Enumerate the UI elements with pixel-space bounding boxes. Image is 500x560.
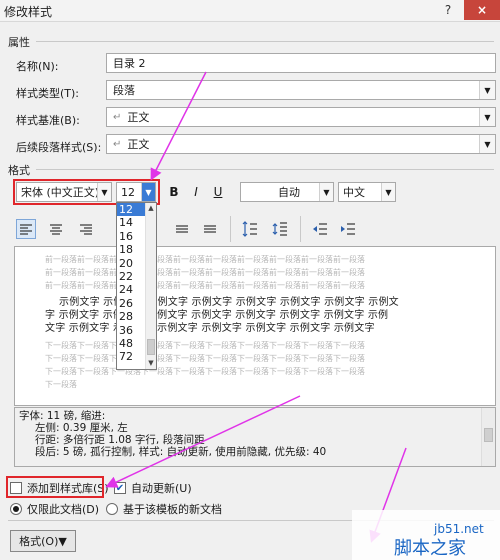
justify-icon	[176, 225, 188, 233]
radio-selected-icon[interactable]	[10, 503, 22, 515]
template-documents-label: 基于该模板的新文档	[123, 503, 222, 516]
decrease-indent-icon	[313, 223, 327, 235]
name-label: 名称(N):	[16, 60, 59, 73]
paragraph-spacing-button[interactable]	[270, 219, 290, 239]
paragraph-mark-icon: ↵	[113, 138, 122, 150]
description-scrollbar[interactable]	[481, 408, 495, 466]
language-select[interactable]: 中文 ▼	[338, 182, 396, 202]
language-value: 中文	[343, 186, 365, 199]
preview-before-line: 前一段落前一段落前一段落前一段落前一段落前一段落前一段落前一段落前一段落前一段落	[45, 255, 365, 264]
next-style-label: 后续段落样式(S):	[16, 141, 102, 154]
next-style-value: 正文	[127, 138, 150, 151]
distributed-icon	[204, 225, 216, 233]
size-list-scrollbar[interactable]: ▲ ▼	[145, 203, 156, 369]
chevron-down-icon[interactable]: ▼	[479, 108, 495, 126]
chevron-down-icon[interactable]: ▼	[479, 81, 495, 99]
align-left-icon	[20, 224, 32, 235]
style-type-select[interactable]: 段落 ▼	[106, 80, 496, 100]
style-based-select[interactable]: ↵ 正文 ▼	[106, 107, 496, 127]
chevron-down-icon[interactable]: ▼	[479, 135, 495, 153]
style-based-label: 样式基准(B):	[16, 114, 80, 127]
line-spacing-button[interactable]	[240, 219, 260, 239]
align-center-button[interactable]	[46, 219, 66, 239]
decrease-indent-button[interactable]	[310, 219, 330, 239]
preview-after-line: 下一段落下一段落下一段落下一段落下一段落下一段落下一段落下一段落下一段落下一段落	[45, 341, 365, 350]
preview-sample-line: 示例文字 示例文字 示例文字 示例文字 示例文字 示例文字 示例文字 示例文	[59, 297, 399, 308]
highlight-box	[6, 476, 104, 498]
style-type-label: 样式类型(T):	[16, 87, 80, 100]
checkmark-icon[interactable]: ✔	[114, 482, 126, 494]
style-preview: 前一段落前一段落前一段落前一段落前一段落前一段落前一段落前一段落前一段落前一段落…	[14, 246, 496, 406]
properties-section-label: 属性	[8, 36, 30, 49]
line-spacing-icon	[242, 221, 257, 237]
paragraph-mark-icon: ↵	[113, 111, 122, 123]
align-left-button[interactable]	[16, 219, 36, 239]
paragraph-spacing-icon	[272, 222, 287, 236]
style-type-value: 段落	[113, 84, 135, 97]
preview-sample-line: 字 示例文字 示例文字 示例文字 示例文字 示例文字 示例文字 示例文字 示例	[45, 310, 389, 321]
name-field[interactable]: 目录 2	[106, 53, 496, 73]
radio-unselected-icon[interactable]	[106, 503, 118, 515]
align-center-icon	[50, 224, 62, 235]
properties-divider	[36, 41, 494, 42]
increase-indent-icon	[341, 223, 355, 235]
color-value: 自动	[278, 186, 300, 199]
next-style-select[interactable]: ↵ 正文 ▼	[106, 134, 496, 154]
format-divider	[36, 169, 494, 170]
preview-after-line: 下一段落	[45, 380, 77, 389]
preview-after-line: 下一段落下一段落下一段落下一段落下一段落下一段落下一段落下一段落下一段落下一段落	[45, 354, 365, 363]
template-documents-radio[interactable]: 基于该模板的新文档	[106, 501, 222, 517]
scroll-up-icon[interactable]: ▲	[146, 203, 156, 214]
close-button[interactable]: ×	[464, 0, 500, 20]
align-right-icon	[80, 224, 92, 235]
help-button[interactable]: ?	[434, 0, 462, 20]
description-line: 段后: 5 磅, 孤行控制, 样式: 自动更新, 使用前隐藏, 优先级: 40	[35, 446, 327, 458]
preview-after-line: 下一段落下一段落下一段落下一段落下一段落下一段落下一段落下一段落下一段落下一段落	[45, 367, 365, 376]
only-this-document-radio[interactable]: 仅限此文档(D)	[10, 501, 99, 517]
style-based-value: 正文	[127, 111, 150, 124]
chevron-down-icon[interactable]: ▼	[381, 183, 395, 201]
toolbar-divider	[230, 216, 231, 242]
title-bar: 修改样式 ? ×	[0, 0, 500, 22]
style-description: 字体: 11 磅, 缩进: 左侧: 0.39 厘米, 左 行距: 多倍行距 1.…	[14, 407, 496, 467]
description-line: 行距: 多倍行距 1.08 字行, 段落间距	[35, 434, 205, 446]
scroll-down-icon[interactable]: ▼	[146, 358, 156, 369]
preview-sample-line: 文字 示例文字 示例文字 示例文字 示例文字 示例文字 示例文字 示例文字	[45, 323, 375, 334]
format-section-label: 格式	[8, 164, 30, 177]
size-dropdown-list[interactable]: 12 14 16 18 20 22 24 26 28 36 48 72 ▲ ▼	[116, 202, 157, 370]
italic-button[interactable]: I	[186, 182, 206, 202]
toolbar-divider	[300, 216, 301, 242]
preview-before-line: 前一段落前一段落前一段落前一段落前一段落前一段落前一段落前一段落前一段落前一段落	[45, 281, 365, 290]
justify-button[interactable]	[172, 219, 192, 239]
color-select[interactable]: 自动 ▼	[240, 182, 334, 202]
chevron-down-icon[interactable]: ▼	[319, 183, 333, 201]
description-line: 左侧: 0.39 厘米, 左	[35, 422, 128, 434]
scroll-thumb[interactable]	[147, 339, 155, 355]
watermark-name: 脚本之家	[394, 538, 466, 559]
align-right-button[interactable]	[76, 219, 96, 239]
distributed-button[interactable]	[200, 219, 220, 239]
window-title: 修改样式	[4, 5, 53, 19]
name-value: 目录 2	[113, 57, 146, 70]
underline-button[interactable]: U	[208, 182, 228, 202]
increase-indent-button[interactable]	[338, 219, 358, 239]
auto-update-checkbox[interactable]: ✔ 自动更新(U)	[114, 480, 192, 496]
auto-update-label: 自动更新(U)	[131, 482, 192, 495]
bold-button[interactable]: B	[164, 182, 184, 202]
format-menu-button[interactable]: 格式(O)▼	[10, 530, 76, 552]
description-line: 字体: 11 磅, 缩进:	[19, 410, 106, 422]
only-this-document-label: 仅限此文档(D)	[27, 503, 100, 516]
preview-before-line: 前一段落前一段落前一段落前一段落前一段落前一段落前一段落前一段落前一段落前一段落	[45, 268, 365, 277]
scroll-thumb[interactable]	[484, 428, 493, 442]
